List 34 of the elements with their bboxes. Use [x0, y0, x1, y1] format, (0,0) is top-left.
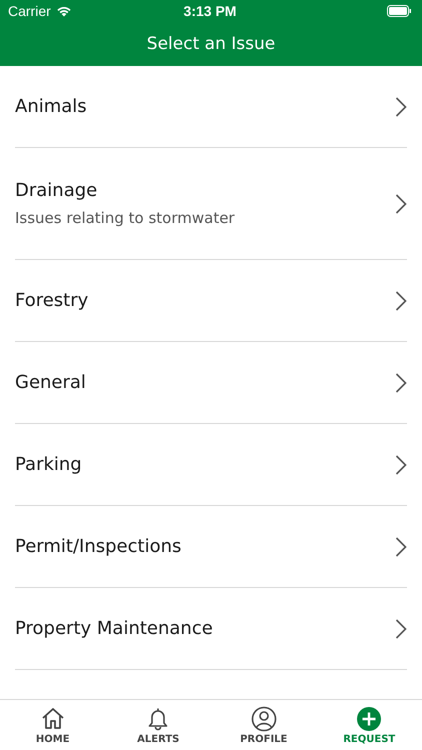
status-time: 3:13 PM: [184, 3, 236, 19]
screen-title: Select an Issue: [146, 34, 276, 54]
issue-title: Permit/Inspections: [15, 536, 182, 557]
issue-list-item[interactable]: Parking: [15, 424, 407, 506]
issue-title: Property Maintenance: [15, 618, 213, 639]
issue-description: Issues relating to stormwater: [15, 209, 235, 227]
issue-title: Forestry: [15, 290, 88, 311]
issue-list-item[interactable]: General: [15, 342, 407, 424]
issue-list-item[interactable]: Animals: [15, 66, 407, 148]
profile-icon: [250, 706, 277, 732]
tab-bar-item[interactable]: REQUEST: [316, 700, 422, 750]
chevron-right-icon: [395, 194, 407, 214]
chevron-right-icon: [395, 454, 407, 474]
chevron-right-icon: [395, 536, 407, 556]
battery-icon: [386, 5, 412, 17]
tab-bar-item[interactable]: PROFILE: [211, 700, 316, 750]
chevron-right-icon: [395, 290, 407, 310]
carrier-label: Carrier: [8, 3, 51, 19]
chevron-right-icon: [395, 618, 407, 638]
home-icon: [40, 706, 66, 732]
issue-title: Drainage: [15, 180, 98, 201]
issue-title: General: [15, 372, 86, 393]
chevron-right-icon: [395, 372, 407, 392]
plus-icon: [356, 706, 382, 732]
issue-list-item[interactable]: Property Maintenance: [15, 588, 407, 670]
issue-title: Parking: [15, 454, 82, 475]
issue-list-item[interactable]: Drainage Issues relating to stormwater: [15, 148, 407, 260]
wifi-icon: [56, 5, 72, 17]
tab-bar-item[interactable]: HOME: [0, 700, 106, 750]
issue-list-item[interactable]: Forestry: [15, 260, 407, 342]
tab-bar-item[interactable]: ALERTS: [106, 700, 211, 750]
chevron-right-icon: [395, 96, 407, 116]
issue-title: Animals: [15, 96, 87, 117]
issue-list-item[interactable]: Permit/Inspections: [15, 506, 407, 588]
